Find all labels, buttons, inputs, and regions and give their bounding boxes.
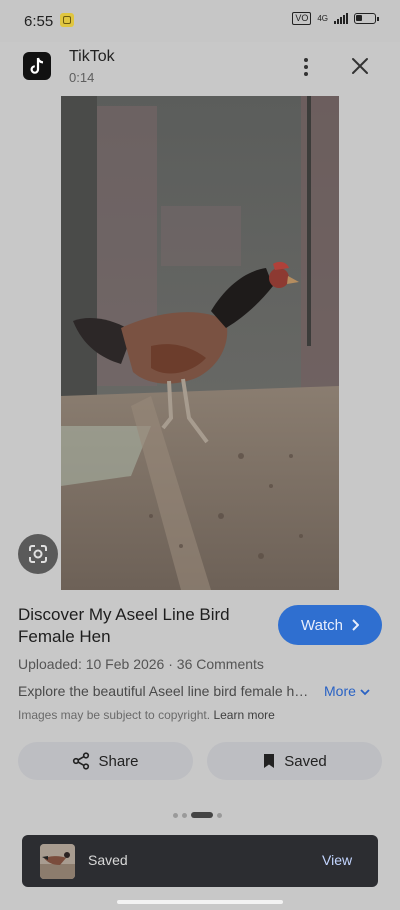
viewer-header: [0, 42, 400, 96]
upload-meta: Uploaded: 10 Feb 2026 · 36 Comments: [18, 656, 264, 672]
status-time: 6:55: [24, 13, 54, 30]
pager-dot: [182, 812, 187, 818]
network-type: 4G: [317, 13, 328, 23]
video-thumbnail[interactable]: [61, 96, 339, 590]
tiktok-logo-icon: [23, 52, 51, 80]
source-title: TikTok: [69, 48, 115, 65]
system-icons: VO 4G: [292, 12, 379, 25]
more-vert-icon[interactable]: [297, 56, 315, 80]
saved-button[interactable]: Saved: [207, 742, 382, 780]
snackbar-thumbnail: [40, 844, 75, 879]
copyright-text: Images may be subject to copyright.: [18, 708, 211, 722]
share-icon: [73, 752, 90, 770]
pager-dot: [173, 812, 178, 818]
chevron-down-icon: [360, 689, 370, 696]
watch-button[interactable]: Watch: [278, 605, 382, 645]
video-duration: 0:14: [69, 70, 95, 85]
volte-icon: VO: [292, 12, 312, 25]
gesture-home-bar[interactable]: [117, 900, 283, 904]
saved-label: Saved: [284, 752, 327, 770]
share-label: Share: [98, 752, 139, 770]
share-button[interactable]: Share: [18, 742, 193, 780]
notification-icon: [60, 13, 74, 27]
signal-icon: [334, 13, 348, 24]
chevron-right-icon: [352, 619, 359, 631]
more-label: More: [324, 683, 356, 699]
snackbar-view-button[interactable]: View: [322, 852, 352, 868]
close-icon[interactable]: [348, 56, 372, 78]
description-row: Explore the beautiful Aseel line bird fe…: [18, 683, 382, 699]
bookmark-icon: [264, 754, 275, 768]
battery-icon: [354, 13, 379, 24]
watch-label: Watch: [301, 616, 343, 634]
pager-dot-active: [191, 812, 213, 818]
learn-more-link[interactable]: Learn more: [213, 708, 274, 722]
status-bar: 6:55 VO 4G: [0, 0, 400, 42]
video-title: Discover My Aseel Line Bird Female Hen: [18, 605, 230, 646]
carousel-pager: [173, 812, 222, 818]
copyright-notice: Images may be subject to copyright. Lear…: [18, 708, 275, 722]
snackbar-message: Saved: [88, 852, 128, 868]
pager-dot: [217, 812, 222, 818]
video-description: Explore the beautiful Aseel line bird fe…: [18, 683, 316, 699]
lens-icon[interactable]: [18, 534, 58, 574]
saved-snackbar: Saved View: [22, 835, 378, 887]
more-link[interactable]: More: [324, 683, 370, 699]
